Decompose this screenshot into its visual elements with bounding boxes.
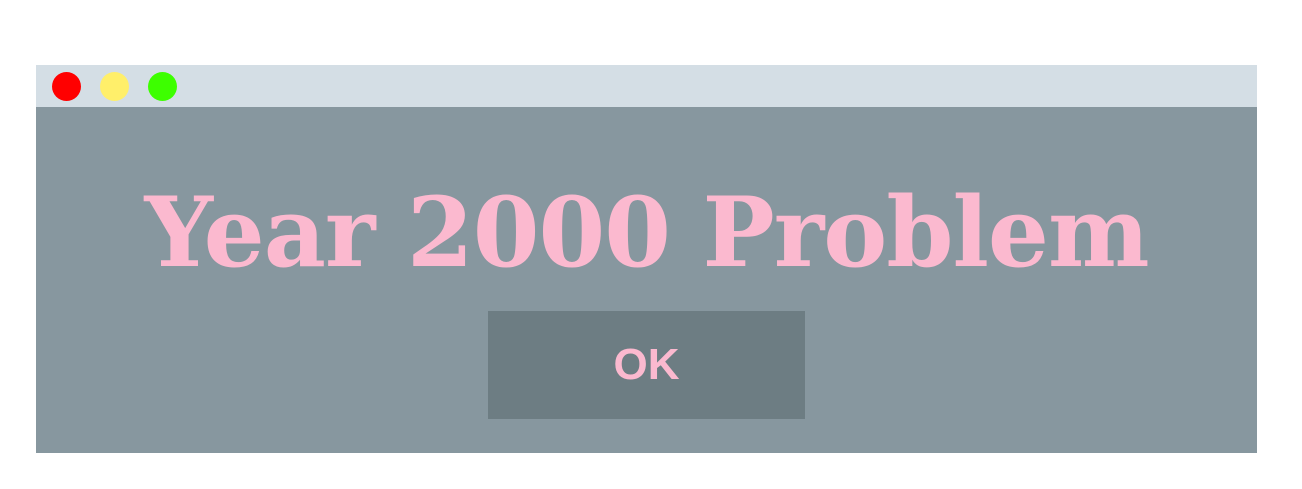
close-icon[interactable]: [52, 72, 81, 101]
minimize-icon[interactable]: [100, 72, 129, 101]
dialog-window: Year 2000 Problem OK: [36, 65, 1257, 453]
dialog-message: Year 2000 Problem: [144, 176, 1149, 289]
ok-button[interactable]: OK: [488, 311, 805, 419]
title-bar: [36, 65, 1257, 107]
maximize-icon[interactable]: [148, 72, 177, 101]
